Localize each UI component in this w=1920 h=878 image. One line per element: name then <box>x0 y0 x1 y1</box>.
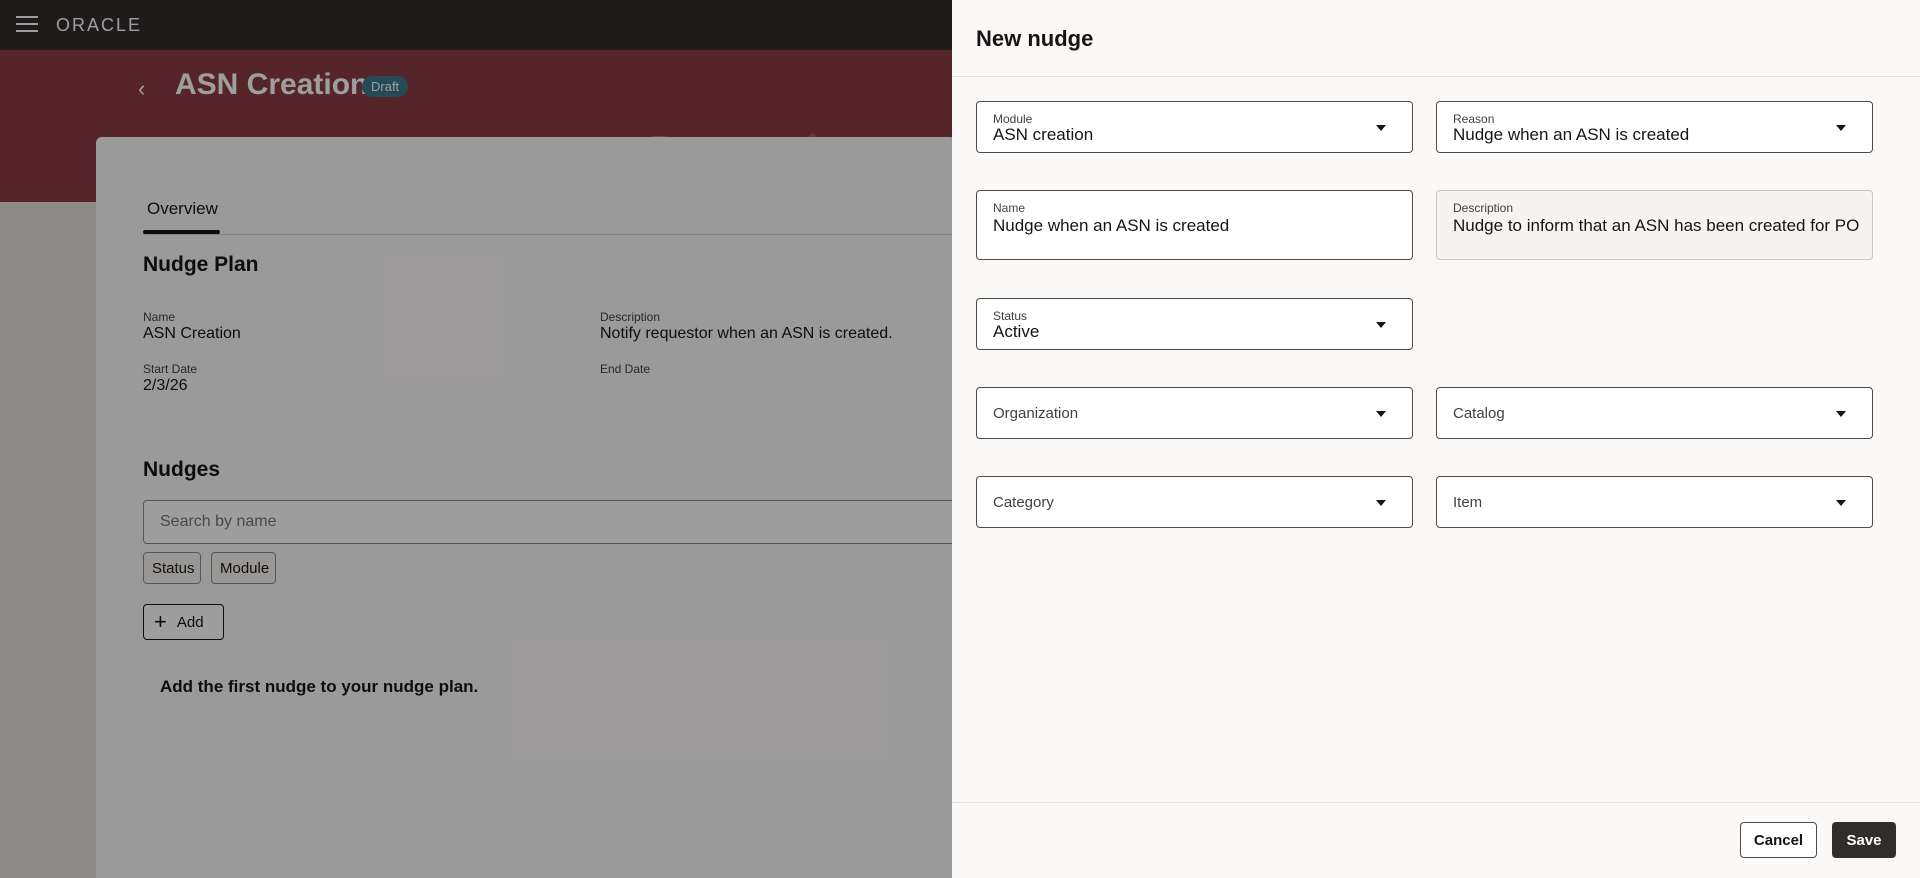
status-select[interactable]: Status Active <box>976 298 1413 350</box>
item-select[interactable]: Item <box>1436 476 1873 528</box>
new-nudge-drawer: New nudge Module ASN creation Reason Nud… <box>952 0 1920 878</box>
name-input[interactable]: Name Nudge when an ASN is created <box>976 190 1413 260</box>
drawer-title: New nudge <box>976 26 1094 51</box>
item-placeholder: Item <box>1453 494 1483 511</box>
description-label: Description <box>1453 201 1514 215</box>
chevron-down-icon <box>1836 500 1846 506</box>
catalog-placeholder: Catalog <box>1453 405 1505 422</box>
description-input[interactable]: Description Nudge to inform that an ASN … <box>1436 190 1873 260</box>
reason-label: Reason <box>1453 112 1495 126</box>
module-value: ASN creation <box>993 125 1094 144</box>
catalog-select[interactable]: Catalog <box>1436 387 1873 439</box>
chevron-down-icon <box>1836 411 1846 417</box>
cancel-button[interactable]: Cancel <box>1740 822 1817 858</box>
drawer-header-divider <box>952 76 1920 77</box>
module-label: Module <box>993 112 1033 126</box>
organization-placeholder: Organization <box>993 405 1079 422</box>
modal-overlay[interactable] <box>0 0 952 878</box>
category-placeholder: Category <box>993 494 1054 511</box>
save-button[interactable]: Save <box>1832 822 1896 858</box>
module-select[interactable]: Module ASN creation <box>976 101 1413 153</box>
name-value[interactable]: Nudge when an ASN is created <box>993 216 1229 236</box>
chevron-down-icon <box>1376 125 1386 131</box>
name-label: Name <box>993 201 1026 215</box>
description-value[interactable]: Nudge to inform that an ASN has been cre… <box>1453 216 1859 236</box>
chevron-down-icon <box>1376 322 1386 328</box>
category-select[interactable]: Category <box>976 476 1413 528</box>
chevron-down-icon <box>1376 411 1386 417</box>
reason-select[interactable]: Reason Nudge when an ASN is created <box>1436 101 1873 153</box>
drawer-footer-divider <box>952 802 1920 803</box>
reason-value: Nudge when an ASN is created <box>1453 125 1690 144</box>
status-value: Active <box>993 322 1040 341</box>
chevron-down-icon <box>1376 500 1386 506</box>
status-label: Status <box>993 309 1028 323</box>
organization-select[interactable]: Organization <box>976 387 1413 439</box>
chevron-down-icon <box>1836 125 1846 131</box>
